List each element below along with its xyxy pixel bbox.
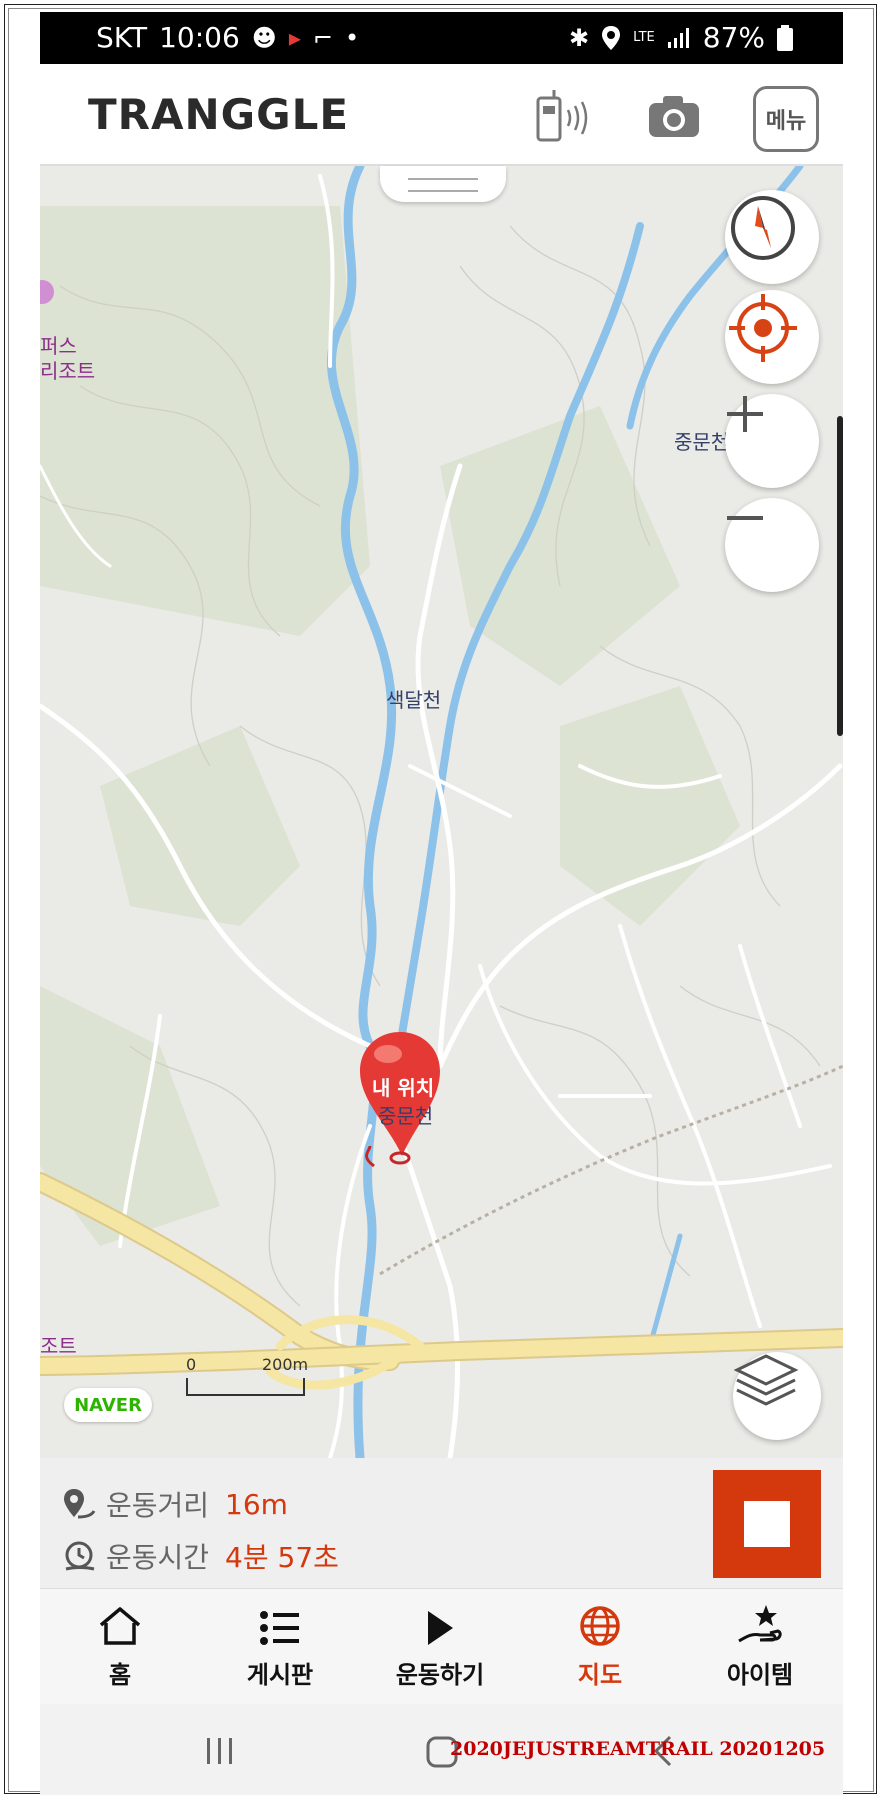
nav-map-label: 지도	[577, 1661, 623, 1689]
battery-icon	[777, 24, 793, 51]
walkie-talkie-button[interactable]	[532, 86, 596, 146]
distance-value: 16m	[225, 1487, 288, 1521]
stop-icon	[744, 1501, 790, 1547]
time-value: 4분 57초	[225, 1541, 339, 1574]
forest-area	[40, 986, 220, 1246]
plus-icon	[727, 396, 763, 432]
location-icon	[602, 25, 621, 50]
poi-marker-icon	[40, 280, 54, 304]
phone-screen: SKT 10:06 ☻ ▸ ⌐ • ✱ LTE 87% TRANGGLE 메뉴 …	[40, 12, 843, 1795]
walkie-talkie-icon	[536, 90, 588, 142]
accessibility-icon: ☻	[251, 23, 277, 52]
naver-logo: NAVER	[64, 1388, 152, 1422]
map-view[interactable]: 내 위치 중문천 색달천 중문천 퍼스 리조트 조트 NAVER 0 200m	[40, 166, 843, 1458]
nav-board[interactable]: 게시판	[200, 1589, 360, 1704]
clock: 10:06	[159, 21, 240, 54]
stopwatch-icon	[65, 1541, 95, 1571]
scale-bar	[186, 1378, 305, 1396]
zoom-in-button[interactable]	[725, 394, 819, 488]
forest-area	[40, 206, 370, 636]
edge-panel-handle[interactable]	[837, 416, 843, 736]
distance-row: 운동거리 16m	[62, 1484, 288, 1524]
battery-percent: 87%	[702, 21, 765, 54]
locate-me-button[interactable]	[725, 290, 819, 384]
play-icon	[428, 1611, 453, 1645]
hand-star-icon	[738, 1605, 782, 1643]
compass-icon	[731, 196, 795, 260]
crosshair-target-icon	[729, 294, 797, 362]
signal-icon	[667, 27, 689, 48]
time-row: 운동시간 4분 57초	[62, 1536, 339, 1576]
camera-button[interactable]	[646, 86, 702, 146]
nav-workout[interactable]: 운동하기	[360, 1589, 520, 1704]
megaphone-icon: ▸	[288, 23, 301, 52]
carrier-label: SKT	[96, 21, 148, 54]
recent-apps-icon[interactable]	[205, 1736, 235, 1766]
bluetooth-icon: ✱	[569, 23, 590, 52]
nav-items-label: 아이템	[726, 1661, 794, 1689]
distance-label: 운동거리	[106, 1489, 210, 1522]
map-pull-handle[interactable]	[380, 166, 506, 202]
layers-icon	[733, 1354, 799, 1406]
nav-map[interactable]: 지도	[520, 1589, 680, 1704]
bottom-navigation: 홈 게시판 운동하기 지도 아이템	[40, 1589, 843, 1704]
nav-home-label: 홈	[108, 1661, 132, 1689]
scale-zero-label: 0	[186, 1355, 197, 1374]
app-logo[interactable]: TRANGGLE	[88, 90, 349, 139]
time-label: 운동시간	[106, 1541, 210, 1574]
route-pin-icon	[64, 1489, 96, 1519]
workout-stats-panel: 운동거리 16m 운동시간 4분 57초	[40, 1458, 843, 1589]
status-bar: SKT 10:06 ☻ ▸ ⌐ • ✱ LTE 87%	[40, 12, 843, 64]
map-label-stream: 중문천	[674, 430, 730, 454]
camera-icon	[649, 96, 699, 137]
globe-icon	[580, 1606, 620, 1646]
nav-items[interactable]: 아이템	[680, 1589, 840, 1704]
minus-icon	[727, 516, 763, 520]
compass-button[interactable]	[725, 190, 819, 284]
menu-button[interactable]: 메뉴	[753, 86, 819, 152]
forest-area	[100, 726, 300, 926]
map-label-stream: 중문천	[378, 1104, 434, 1128]
map-label-stream: 색달천	[386, 688, 442, 712]
network-type: LTE	[633, 30, 655, 45]
forest-area	[560, 686, 740, 926]
zoom-out-button[interactable]	[725, 498, 819, 592]
map-layers-button[interactable]	[733, 1352, 821, 1440]
map-canvas	[40, 166, 843, 1458]
dot-icon: •	[344, 23, 360, 52]
scale-max-label: 200m	[262, 1355, 309, 1374]
pin-label: 내 위치	[372, 1076, 435, 1100]
watermark-text: 2020JEJUSTREAMTRAIL 20201205	[450, 1738, 826, 1760]
poi-label-bottom: 조트	[40, 1334, 77, 1358]
home-icon	[99, 1607, 141, 1645]
nav-board-label: 게시판	[246, 1661, 314, 1689]
nav-home[interactable]: 홈	[40, 1589, 200, 1704]
stop-workout-button[interactable]	[713, 1470, 821, 1578]
app-header: TRANGGLE 메뉴	[40, 64, 843, 166]
nav-workout-label: 운동하기	[395, 1661, 485, 1689]
poi-label: 퍼스 리조트	[40, 334, 96, 383]
cast-icon: ⌐	[312, 23, 333, 52]
list-icon	[260, 1611, 299, 1645]
